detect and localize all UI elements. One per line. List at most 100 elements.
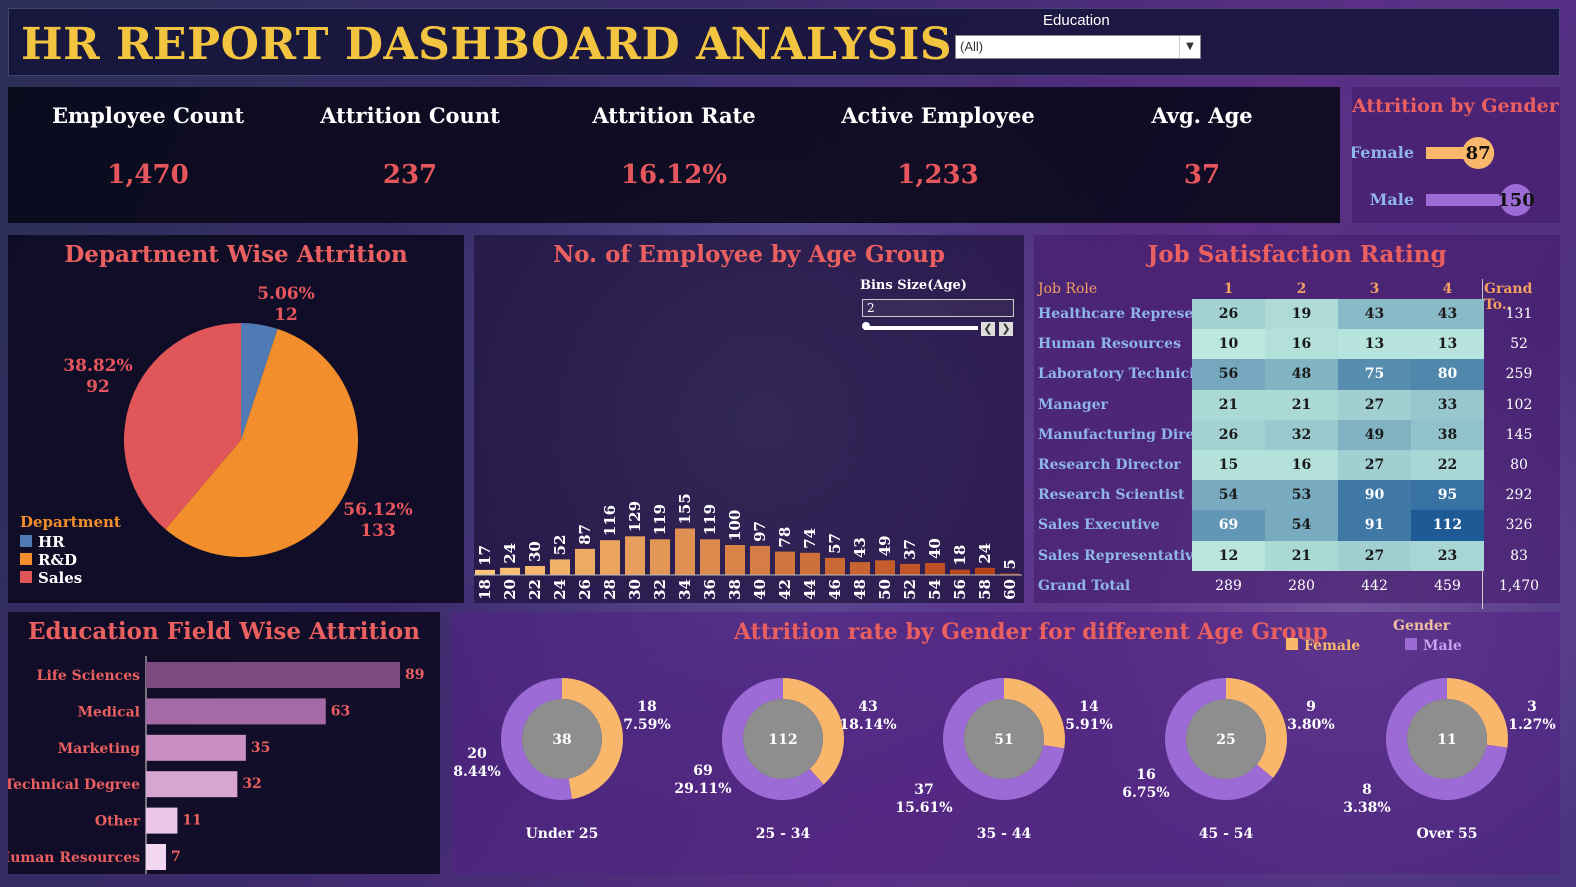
table-grand-total-cell: 459 bbox=[1434, 577, 1461, 594]
table-cell: 95 bbox=[1411, 480, 1484, 511]
age-bar-value: 57 bbox=[826, 533, 844, 554]
donut-center-value: 38 bbox=[552, 732, 571, 748]
donut-center-value: 11 bbox=[1437, 732, 1456, 748]
age-gender-donut-charts: 38Under 25187.59%208.44%11225 - 344318.1… bbox=[453, 678, 1556, 842]
gender-label: Female bbox=[1352, 143, 1414, 162]
age-tick-label: 50 bbox=[876, 579, 894, 600]
age-bar bbox=[875, 560, 895, 575]
age-bar bbox=[925, 563, 945, 575]
age-tick-label: 40 bbox=[751, 579, 769, 600]
table-grand-total-cell: 289 bbox=[1215, 577, 1242, 594]
table-cell: 13 bbox=[1411, 329, 1484, 360]
table-cell: 43 bbox=[1411, 299, 1484, 330]
gender-label: Male bbox=[1370, 190, 1414, 209]
education-filter-dropdown[interactable]: (All) ▼ bbox=[955, 35, 1201, 59]
kpi-value: 237 bbox=[382, 160, 438, 190]
table-cell: 80 bbox=[1411, 359, 1484, 390]
edu-label: Life Sciences bbox=[37, 668, 140, 684]
age-tick-label: 26 bbox=[576, 579, 594, 600]
table-row-total: 259 bbox=[1505, 366, 1533, 383]
edu-value: 63 bbox=[331, 703, 350, 719]
pie-pct-label: 5.06% bbox=[257, 284, 315, 304]
edu-value: 89 bbox=[405, 667, 424, 683]
gender-attrition-title: Attrition by Gender bbox=[1352, 95, 1559, 117]
table-cell: 21 bbox=[1265, 540, 1338, 571]
edu-bar bbox=[146, 844, 166, 870]
pie-count-label: 92 bbox=[86, 377, 110, 397]
donut-male-count: 8 bbox=[1362, 782, 1372, 798]
age-tick-label: 18 bbox=[476, 579, 494, 600]
table-cell: 53 bbox=[1265, 480, 1338, 511]
pie-count-label: 133 bbox=[360, 521, 396, 541]
age-bar-value: 30 bbox=[526, 541, 544, 562]
table-grand-total-label: Grand Total bbox=[1038, 577, 1131, 594]
donut-male-pct: 3.38% bbox=[1343, 800, 1390, 816]
education-panel: Education Field Wise Attrition Life Scie… bbox=[8, 612, 440, 874]
age-tick-label: 32 bbox=[651, 579, 669, 600]
age-bar-value: 40 bbox=[926, 538, 944, 559]
department-legend: Department HR R&D Sales bbox=[20, 513, 121, 587]
kpi-value: 37 bbox=[1183, 160, 1221, 190]
department-panel: Department Wise Attrition 5.06% 12 56.12% 1… bbox=[8, 235, 464, 603]
donut-male-count: 16 bbox=[1136, 767, 1155, 783]
gender-attrition-chart: Female 87 Male 150 bbox=[1352, 137, 1535, 216]
legend-label-sales: Sales bbox=[38, 569, 83, 587]
kpi-avg-age: Avg. Age 37 bbox=[1072, 87, 1332, 190]
edu-value: 35 bbox=[251, 740, 270, 756]
table-cell: 54 bbox=[1192, 480, 1265, 511]
legend-item-sales: Sales bbox=[20, 569, 121, 587]
table-row-label: Laboratory Technicia.. bbox=[1038, 366, 1214, 383]
table-cell: 75 bbox=[1338, 359, 1411, 390]
edu-value: 32 bbox=[242, 776, 261, 792]
age-bar bbox=[950, 569, 970, 575]
age-tick-label: 22 bbox=[526, 579, 544, 600]
table-row-label: Healthcare Represen.. bbox=[1038, 306, 1214, 322]
table-row-total: 292 bbox=[1505, 487, 1533, 504]
pie-pct-label: 38.82% bbox=[63, 356, 132, 376]
gender-value: 150 bbox=[1497, 190, 1535, 211]
table-cell: 12 bbox=[1192, 540, 1265, 571]
legend-item-rd: R&D bbox=[20, 551, 121, 569]
kpi-label: Employee Count bbox=[51, 103, 245, 128]
chevron-down-icon[interactable]: ▼ bbox=[1179, 36, 1200, 58]
table-row-total: 145 bbox=[1505, 426, 1533, 443]
table-cell: 91 bbox=[1338, 510, 1411, 541]
legend-swatch-rd bbox=[20, 553, 32, 565]
donut-male-count: 69 bbox=[693, 763, 712, 779]
age-bar bbox=[750, 545, 770, 575]
age-bar bbox=[700, 539, 720, 575]
age-bar-value: 24 bbox=[501, 543, 519, 564]
table-cell: 54 bbox=[1265, 510, 1338, 541]
legend-swatch-hr bbox=[20, 535, 32, 547]
donut-female-count: 9 bbox=[1306, 699, 1316, 715]
kpi-active-employee: Active Employee 1,233 bbox=[808, 87, 1068, 190]
table-cell: 13 bbox=[1338, 329, 1411, 360]
age-tick-label: 54 bbox=[926, 579, 944, 600]
age-bar bbox=[650, 539, 670, 575]
table-cell: 16 bbox=[1265, 450, 1338, 481]
edu-label: Human Resources bbox=[8, 850, 140, 866]
kpi-value: 1,233 bbox=[897, 160, 979, 190]
edu-bar bbox=[146, 807, 178, 834]
table-header-rating: 2 bbox=[1296, 281, 1307, 297]
age-bar-value: 43 bbox=[851, 537, 869, 558]
edu-label: Other bbox=[95, 814, 141, 830]
age-bar bbox=[575, 548, 595, 575]
donut-age-label: 25 - 34 bbox=[756, 826, 811, 842]
table-cell: 22 bbox=[1411, 450, 1484, 481]
gender-value: 87 bbox=[1466, 143, 1491, 164]
age-bar-value: 129 bbox=[626, 501, 644, 532]
edu-bar bbox=[146, 771, 238, 798]
legend-label-hr: HR bbox=[38, 533, 65, 551]
header-panel: HR REPORT DASHBOARD ANALYSIS Education (… bbox=[8, 8, 1560, 76]
table-cell: 16 bbox=[1265, 329, 1338, 360]
age-tick-label: 44 bbox=[801, 579, 819, 600]
table-header-rating: 4 bbox=[1442, 281, 1453, 297]
table-row-total: 52 bbox=[1510, 336, 1528, 353]
table-cell: 21 bbox=[1265, 389, 1338, 420]
age-bar-value: 116 bbox=[601, 505, 619, 536]
age-tick-label: 34 bbox=[676, 579, 694, 600]
edu-value: 7 bbox=[171, 849, 181, 865]
age-bar bbox=[775, 551, 795, 575]
age-bar-value: 87 bbox=[576, 524, 594, 545]
